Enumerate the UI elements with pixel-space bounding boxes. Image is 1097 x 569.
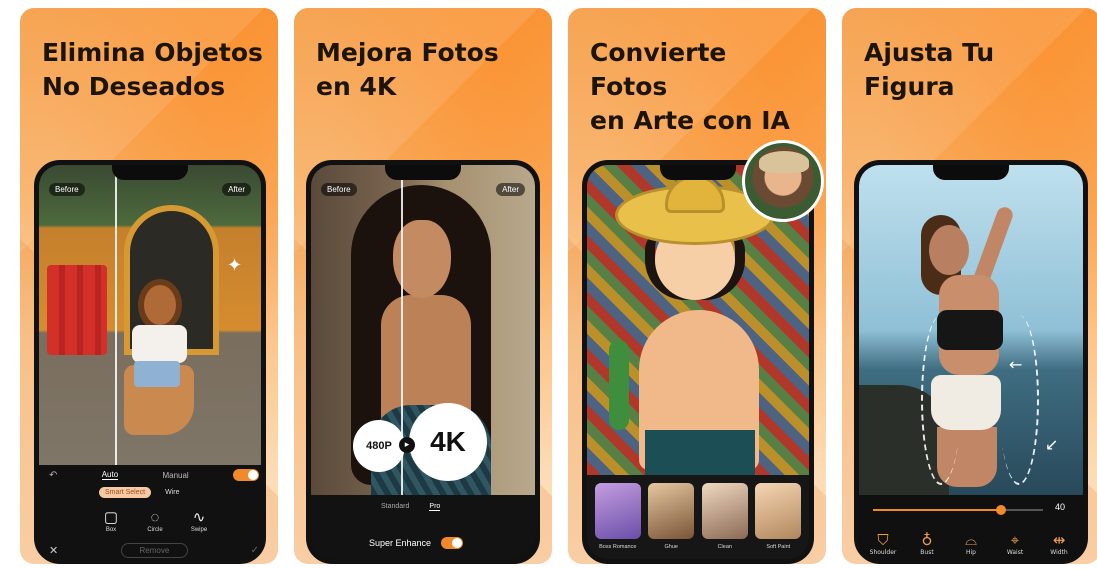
shoulder-icon: ⛉ bbox=[877, 531, 889, 549]
tool-circle[interactable]: ◌ Circle bbox=[135, 509, 175, 533]
red-chairs bbox=[47, 265, 107, 355]
waist-icon: ⌖ bbox=[1010, 531, 1020, 549]
tool-label: Swipe bbox=[190, 527, 208, 533]
tool-bust[interactable]: ♁ Bust bbox=[909, 531, 945, 556]
promo-panel-ai-art: Convierte Fotos en Arte con IA Boss Roma… bbox=[568, 8, 826, 564]
body-tools: ⛉ Shoulder ♁ Bust ⌓ Hip ⌖ Waist ⇹ Width bbox=[865, 531, 1077, 556]
phone-screen: Before After 480P ▸ 4K Standard Pro Supe… bbox=[311, 165, 535, 559]
panel-title: Ajusta Tu Figura bbox=[864, 38, 995, 101]
before-label: Before bbox=[321, 183, 357, 196]
remove-button[interactable]: Remove bbox=[120, 543, 189, 558]
phone-screen: ← ↙ 40 ⛉ Shoulder ♁ Bust ⌓ Hip ⌖ Waist ⇹… bbox=[859, 165, 1083, 559]
style-label: Boss Romance bbox=[599, 544, 637, 550]
wire-button[interactable]: Wire bbox=[165, 489, 179, 496]
intensity-slider[interactable] bbox=[873, 505, 1043, 515]
hip-icon: ⌓ bbox=[965, 531, 977, 549]
arrow-left-icon: ← bbox=[1009, 355, 1023, 374]
tool-box[interactable]: ▢ Box bbox=[91, 509, 131, 533]
panel-title: Convierte Fotos en Arte con IA bbox=[590, 38, 790, 135]
box-select-icon: ▢ bbox=[103, 509, 119, 526]
phone-screen: Boss Romance Ghue Clean Soft Paint bbox=[587, 165, 809, 559]
edit-controls: ↶ Auto Manual Smart Select Wire ▢ Box ◌ bbox=[39, 465, 261, 559]
tool-label: Shoulder bbox=[869, 549, 897, 556]
phone-notch bbox=[660, 165, 736, 180]
body-outline-left bbox=[921, 315, 961, 485]
body-outline-right bbox=[999, 315, 1039, 485]
auto-toggle[interactable] bbox=[233, 469, 259, 481]
phone-screen: ✦ Before After ↶ Auto Manual Smart Selec… bbox=[39, 165, 261, 559]
after-label: After bbox=[222, 183, 251, 196]
resolution-to-badge: 4K bbox=[409, 403, 487, 481]
lasso-icon: ∿ bbox=[192, 509, 206, 526]
phone-notch bbox=[933, 165, 1009, 180]
circle-select-icon: ◌ bbox=[150, 509, 160, 526]
style-label: Ghue bbox=[664, 544, 678, 550]
tool-waist[interactable]: ⌖ Waist bbox=[997, 531, 1033, 556]
tool-label: Hip bbox=[966, 549, 976, 556]
tool-label: Width bbox=[1050, 549, 1068, 556]
sparkle-icon: ✦ bbox=[227, 255, 243, 276]
tool-label: Waist bbox=[1006, 549, 1024, 556]
reshape-controls: 40 ⛉ Shoulder ♁ Bust ⌓ Hip ⌖ Waist ⇹ Wid… bbox=[859, 495, 1083, 559]
tool-label: Circle bbox=[147, 527, 163, 533]
style-option[interactable]: Clean bbox=[701, 483, 748, 559]
tool-shoulder[interactable]: ⛉ Shoulder bbox=[865, 531, 901, 556]
slider-value: 40 bbox=[1055, 502, 1066, 512]
resolution-from-badge: 480P bbox=[353, 420, 405, 472]
after-label: After bbox=[496, 183, 525, 196]
photo-preview: ✦ Before After bbox=[39, 165, 261, 465]
tool-hip[interactable]: ⌓ Hip bbox=[953, 531, 989, 556]
close-icon[interactable]: ✕ bbox=[49, 544, 58, 557]
promo-panel-enhance-4k: Mejora Fotos en 4K Before After 480P ▸ 4… bbox=[294, 8, 552, 564]
panel-title: Mejora Fotos en 4K bbox=[316, 38, 499, 101]
slider-knob[interactable] bbox=[996, 505, 1006, 515]
bust-icon: ♁ bbox=[921, 531, 933, 549]
style-option[interactable]: Ghue bbox=[648, 483, 695, 559]
tool-width[interactable]: ⇹ Width bbox=[1041, 531, 1077, 556]
phone-mockup: Before After 480P ▸ 4K Standard Pro Supe… bbox=[306, 160, 540, 564]
tab-pro[interactable]: Pro bbox=[429, 503, 441, 511]
phone-notch bbox=[112, 165, 188, 180]
woman-figure bbox=[124, 285, 194, 435]
source-photo-avatar bbox=[742, 140, 824, 222]
style-option[interactable]: Boss Romance bbox=[594, 483, 641, 559]
tool-swipe[interactable]: ∿ Swipe bbox=[179, 509, 219, 533]
before-label: Before bbox=[49, 183, 85, 196]
width-icon: ⇹ bbox=[1052, 531, 1066, 549]
tab-standard[interactable]: Standard bbox=[381, 503, 409, 511]
photo-preview: Before After 480P ▸ 4K bbox=[311, 165, 535, 495]
enhance-controls: Standard Pro Super Enhance bbox=[311, 495, 535, 559]
tool-label: Box bbox=[105, 527, 117, 533]
arrow-right-icon: ▸ bbox=[399, 437, 415, 453]
compare-divider[interactable] bbox=[115, 165, 117, 465]
arrow-left-icon: ↙ bbox=[1045, 435, 1059, 454]
style-label: Clean bbox=[717, 544, 732, 550]
style-label: Soft Paint bbox=[766, 544, 791, 550]
tool-label: Bust bbox=[920, 549, 934, 556]
super-enhance-toggle[interactable] bbox=[441, 537, 464, 549]
tab-manual[interactable]: Manual bbox=[162, 471, 188, 480]
panel-title: Elimina Objetos No Deseados bbox=[42, 38, 263, 101]
tab-auto[interactable]: Auto bbox=[101, 470, 119, 480]
phone-notch bbox=[385, 165, 461, 180]
style-thumbnails: Boss Romance Ghue Clean Soft Paint bbox=[587, 475, 809, 559]
super-enhance-label: Super Enhance bbox=[369, 538, 432, 548]
photo-preview: ← ↙ bbox=[859, 165, 1083, 495]
undo-icon[interactable]: ↶ bbox=[49, 470, 57, 481]
promo-panel-body-shape: Ajusta Tu Figura ← ↙ 40 ⛉ Shoulder ♁ Bus… bbox=[842, 8, 1097, 564]
check-icon[interactable]: ✓ bbox=[251, 545, 259, 556]
phone-mockup: ← ↙ 40 ⛉ Shoulder ♁ Bust ⌓ Hip ⌖ Waist ⇹… bbox=[854, 160, 1088, 564]
phone-mockup: ✦ Before After ↶ Auto Manual Smart Selec… bbox=[34, 160, 266, 564]
style-option[interactable]: Soft Paint bbox=[755, 483, 802, 559]
smart-select-button[interactable]: Smart Select bbox=[99, 487, 152, 498]
promo-panel-remove-objects: Elimina Objetos No Deseados ✦ Before Aft… bbox=[20, 8, 278, 564]
